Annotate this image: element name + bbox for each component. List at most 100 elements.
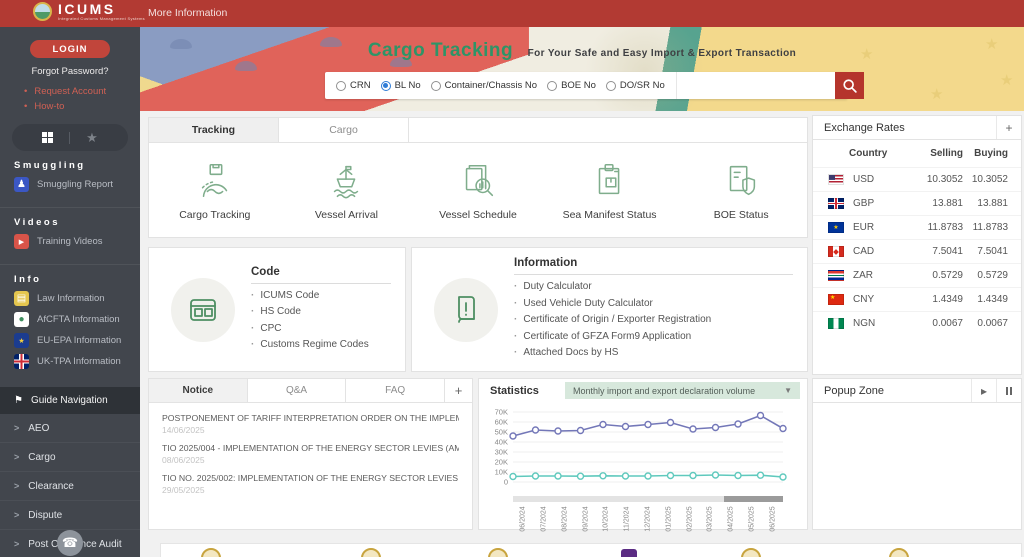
partner-logo-icon[interactable] — [741, 548, 761, 557]
code-link[interactable]: CPC — [251, 321, 391, 338]
cargo-search-bar: CRN BL No Container/Chassis No BOE No DO… — [325, 72, 864, 99]
chevron-right-icon: > — [14, 510, 20, 520]
quick-link[interactable]: Request Account — [24, 86, 140, 97]
sidebar-menu-item[interactable]: > AEO — [0, 414, 140, 443]
search-type-radio[interactable]: BOE No — [547, 80, 596, 91]
tab-notice[interactable]: Notice — [149, 379, 248, 402]
svg-text:30K: 30K — [495, 448, 508, 457]
code-link[interactable]: Customs Regime Codes — [251, 337, 391, 354]
vessel-schedule-icon — [465, 164, 494, 196]
brand-name: ICUMS — [58, 0, 116, 17]
hat-pattern-icon — [235, 61, 257, 71]
login-button[interactable]: LOGIN — [30, 40, 110, 58]
quick-link[interactable]: How-to — [24, 101, 140, 112]
chevron-right-icon: > — [14, 452, 20, 462]
services-row: Cargo Tracking Vessel Arrival Vessel Sch… — [149, 143, 807, 237]
partner-logo-icon[interactable] — [889, 548, 909, 557]
information-link[interactable]: Certificate of Origin / Exporter Registr… — [514, 312, 793, 329]
smuggler-icon — [14, 177, 29, 192]
notice-item[interactable]: TIO NO. 2025/002: IMPLEMENTATION OF THE … — [162, 473, 459, 495]
notice-tabs: Notice Q&A FAQ + — [149, 379, 472, 403]
information-link[interactable]: Duty Calculator — [514, 279, 793, 296]
notice-item[interactable]: POSTPONEMENT OF TARIFF INTERPRETATION OR… — [162, 413, 459, 435]
service-vessel-schedule[interactable]: Vessel Schedule — [412, 143, 544, 237]
pause-icon[interactable] — [996, 379, 1021, 402]
code-badge — [171, 277, 235, 342]
section-title: Smuggling — [14, 160, 86, 171]
code-link[interactable]: ICUMS Code — [251, 288, 391, 305]
sidebar-menu-item[interactable]: > Dispute — [0, 501, 140, 530]
exchange-rates-panel: Exchange Rates + Country Selling Buying … — [812, 115, 1022, 375]
partner-logo-icon[interactable] — [488, 548, 508, 557]
information-link[interactable]: Attached Docs by HS — [514, 345, 793, 362]
sidebar-item[interactable]: EU-EPA Information — [14, 333, 126, 348]
radio-icon — [380, 80, 391, 91]
partner-logo-icon[interactable] — [621, 549, 637, 557]
popup-zone-header: Popup Zone ▸ — [813, 379, 1021, 403]
favorites-star-icon[interactable]: ★ — [86, 131, 98, 144]
service-sea-manifest[interactable]: Sea Manifest Status — [544, 143, 676, 237]
sidebar-section-smuggling: Smuggling Smuggling Report — [0, 151, 140, 201]
tracking-tabs: Tracking Cargo — [149, 118, 807, 143]
phone-contact-button[interactable]: ☎ — [57, 530, 83, 556]
search-type-radio[interactable]: DO/SR No — [605, 80, 665, 91]
search-input[interactable] — [675, 72, 835, 99]
code-link[interactable]: HS Code — [251, 304, 391, 321]
sidebar-item[interactable]: Law Information — [14, 291, 126, 306]
code-links: ICUMS CodeHS CodeCPCCustoms Regime Codes — [251, 288, 391, 354]
play-icon[interactable]: ▸ — [971, 379, 996, 402]
star-pattern-icon: ★ — [930, 86, 944, 103]
statistics-header: Statistics Monthly import and export dec… — [479, 379, 807, 402]
nigeria-flag-icon — [828, 318, 844, 329]
search-type-radio[interactable]: BL No — [380, 80, 421, 91]
x-axis-label: 09/2024 — [582, 505, 590, 532]
service-cargo-tracking[interactable]: Cargo Tracking — [149, 143, 281, 237]
tab-qa[interactable]: Q&A — [247, 379, 347, 402]
code-table-icon — [190, 298, 216, 321]
chevron-right-icon: > — [14, 423, 20, 433]
exchange-rate-row: USD 10.3052 10.3052 — [813, 167, 1021, 191]
service-vessel-arrival[interactable]: Vessel Arrival — [281, 143, 413, 237]
top-bar: ICUMS Integrated Customs Management Syst… — [0, 0, 1024, 27]
statistics-chart: 010K20K30K40K50K60K70K — [495, 408, 787, 487]
icums-logo[interactable]: ICUMS Integrated Customs Management Syst… — [33, 2, 145, 21]
search-type-options: CRN BL No Container/Chassis No BOE No DO… — [325, 72, 676, 99]
sidebar-item[interactable]: Training Videos — [14, 234, 126, 249]
exchange-rates-more-button[interactable]: + — [996, 116, 1021, 139]
service-boe-status[interactable]: BOE Status — [675, 143, 807, 237]
sidebar-item[interactable]: Smuggling Report — [14, 177, 126, 192]
search-button[interactable] — [834, 72, 864, 99]
x-axis-label: 02/2025 — [686, 505, 693, 532]
guide-navigation[interactable]: ⚑ Guide Navigation — [0, 387, 140, 414]
tab-faq[interactable]: FAQ — [346, 379, 446, 402]
information-link[interactable]: Certificate of GFZA Form9 Application — [514, 329, 793, 346]
x-axis-label: 03/2025 — [706, 505, 714, 532]
sidebar-item[interactable]: UK-TPA Information — [14, 354, 126, 369]
more-information-link[interactable]: More Information — [148, 7, 227, 19]
tab-tracking[interactable]: Tracking — [149, 118, 279, 142]
exchange-rates-title: Exchange Rates — [824, 121, 905, 134]
forgot-password-link[interactable]: Forgot Password? — [0, 66, 140, 77]
tab-cargo[interactable]: Cargo — [279, 118, 409, 142]
information-link[interactable]: Used Vehicle Duty Calculator — [514, 296, 793, 313]
information-title: Information — [514, 257, 793, 276]
search-type-radio[interactable]: CRN — [336, 80, 371, 91]
notice-item[interactable]: TIO 2025/004 - IMPLEMENTATION OF THE ENE… — [162, 443, 459, 465]
statistics-dropdown[interactable]: Monthly import and export declaration vo… — [565, 382, 800, 399]
apps-grid-icon[interactable] — [42, 132, 54, 143]
canada-flag-icon — [828, 246, 844, 257]
partner-logo-icon[interactable] — [201, 548, 221, 557]
search-type-radio[interactable]: Container/Chassis No — [430, 80, 537, 91]
statistics-title: Statistics — [490, 384, 539, 397]
partner-logos-strip — [160, 543, 1022, 557]
sidebar-item[interactable]: AfCFTA Information — [14, 312, 126, 327]
sidebar-menu-item[interactable]: > Clearance — [0, 472, 140, 501]
sidebar-toolbar: ★ — [12, 124, 128, 151]
partner-logo-icon[interactable] — [361, 548, 381, 557]
notice-more-button[interactable]: + — [445, 379, 472, 402]
radio-icon — [430, 80, 441, 91]
toolbar-divider — [69, 131, 71, 144]
x-axis-label: 12/2024 — [644, 505, 652, 532]
sidebar-menu-item[interactable]: > Cargo — [0, 443, 140, 472]
information-badge — [434, 277, 498, 342]
